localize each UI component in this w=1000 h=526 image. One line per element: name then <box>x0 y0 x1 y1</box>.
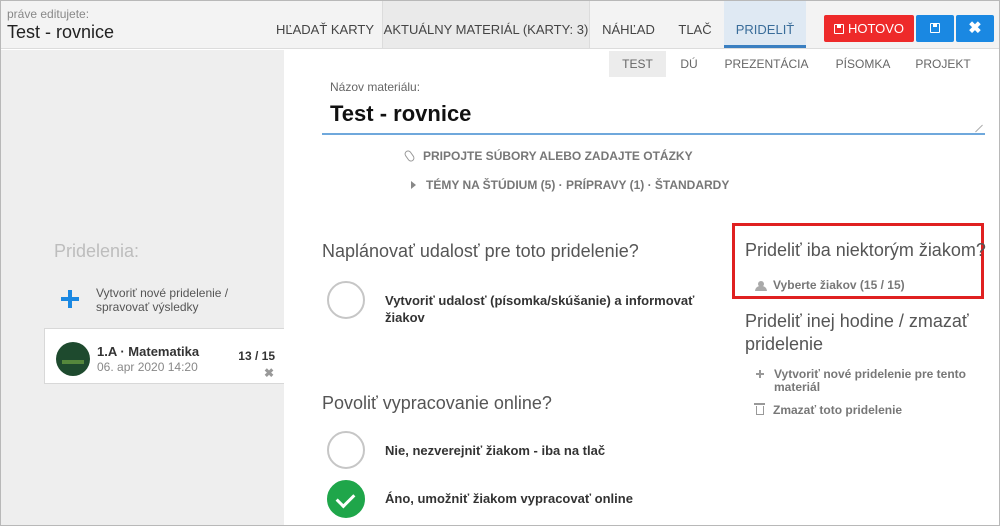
assignments-heading: Pridelenia: <box>54 241 140 261</box>
online-yes-radio[interactable] <box>327 480 365 518</box>
tab-search-cards[interactable]: HĽADAŤ KARTY <box>269 1 381 48</box>
tab-homework[interactable]: DÚ <box>667 51 711 77</box>
tab-presentation[interactable]: PREZENTÁCIA <box>719 51 814 77</box>
attach-files-link[interactable]: PRIPOJTE SÚBORY ALEBO ZADAJTE OTÁZKY <box>403 149 693 163</box>
tab-preview[interactable]: NÁHĽAD <box>591 1 666 48</box>
assignments-sidebar: Pridelenia: Vytvoriť nové pridelenie / s… <box>1 50 284 525</box>
plus-icon <box>61 290 79 308</box>
save-icon <box>930 23 940 33</box>
new-assignment-button[interactable]: Vytvoriť nové pridelenie / spravovať výs… <box>61 286 261 320</box>
online-no-label: Nie, nezverejniť žiakom - iba na tlač <box>385 443 606 458</box>
reassign-heading: Prideliť inej hodine / zmazať pridelenie <box>745 311 969 354</box>
online-yes-label: Áno, umožniť žiakom vypracovať online <box>385 491 633 506</box>
caret-right-icon <box>411 181 416 189</box>
select-students-link[interactable]: Vyberte žiakov (15 / 15) <box>755 278 905 292</box>
tab-current-material[interactable]: AKTUÁLNY MATERIÁL (KARTY: 3) <box>382 1 590 48</box>
trash-icon <box>754 403 765 415</box>
topics-toggle[interactable]: TÉMY NA ŠTÚDIUM (5) · PRÍPRAVY (1) · ŠTA… <box>411 178 729 192</box>
online-no-radio[interactable] <box>327 431 365 469</box>
done-button-label: HOTOVO <box>847 21 905 36</box>
remove-icon[interactable]: ✖ <box>264 366 274 380</box>
class-assignment-card[interactable]: 1.A · Matematika 06. apr 2020 14:20 13 /… <box>44 328 284 384</box>
delete-assignment-link[interactable]: Zmazať toto pridelenie <box>754 403 903 417</box>
users-icon <box>755 281 767 291</box>
close-button[interactable]: ✖ <box>956 15 994 42</box>
plus-icon <box>756 370 764 378</box>
class-date: 06. apr 2020 14:20 <box>97 360 198 374</box>
paperclip-icon <box>403 149 416 163</box>
delete-assignment-label: Zmazať toto pridelenie <box>773 403 903 417</box>
new-assignment-for-material-label: Vytvoriť nové pridelenie pre tento mater… <box>774 367 967 394</box>
tab-test[interactable]: TEST <box>609 51 666 77</box>
material-type-tabs: TEST DÚ PREZENTÁCIA PÍSOMKA PROJEKT <box>609 51 999 77</box>
close-icon: ✖ <box>968 20 982 37</box>
tab-assign[interactable]: PRIDELIŤ <box>724 1 806 48</box>
save-icon <box>833 24 844 34</box>
tab-project[interactable]: PROJEKT <box>907 51 979 77</box>
class-name: 1.A · Matematika <box>97 344 200 359</box>
tab-print[interactable]: TLAČ <box>667 1 723 48</box>
material-name-input[interactable] <box>322 95 985 135</box>
app-window: práve editujete: Test - rovnice HĽADAŤ K… <box>0 0 1000 526</box>
done-button[interactable]: HOTOVO <box>824 15 914 42</box>
assign-some-students-heading: Prideliť iba niektorým žiakom? <box>745 240 986 260</box>
select-students-label: Vyberte žiakov (15 / 15) <box>773 278 905 292</box>
allow-online-heading: Povoliť vypracovanie online? <box>322 393 552 413</box>
material-name-label: Názov materiálu: <box>330 80 421 94</box>
create-event-radio[interactable] <box>327 281 365 319</box>
results-count: 13 / 15 <box>238 349 275 363</box>
save-button[interactable] <box>916 15 954 42</box>
class-avatar <box>56 342 90 376</box>
editing-label: práve editujete: <box>7 7 90 21</box>
schedule-event-heading: Naplánovať udalosť pre toto pridelenie? <box>322 241 639 261</box>
top-bar: práve editujete: Test - rovnice HĽADAŤ K… <box>1 1 999 49</box>
resize-handle[interactable] <box>974 124 982 132</box>
tab-written-exam[interactable]: PÍSOMKA <box>823 51 903 77</box>
topics-label: TÉMY NA ŠTÚDIUM (5) · PRÍPRAVY (1) · ŠTA… <box>426 178 730 192</box>
new-assignment-label: Vytvoriť nové pridelenie / spravovať výs… <box>96 286 229 314</box>
create-event-label: Vytvoriť udalosť (písomka/skúšanie) a in… <box>385 293 695 325</box>
new-assignment-for-material-link[interactable]: Vytvoriť nové pridelenie pre tento mater… <box>756 368 976 394</box>
page-title: Test - rovnice <box>7 22 115 42</box>
attach-files-label: PRIPOJTE SÚBORY ALEBO ZADAJTE OTÁZKY <box>423 149 693 163</box>
